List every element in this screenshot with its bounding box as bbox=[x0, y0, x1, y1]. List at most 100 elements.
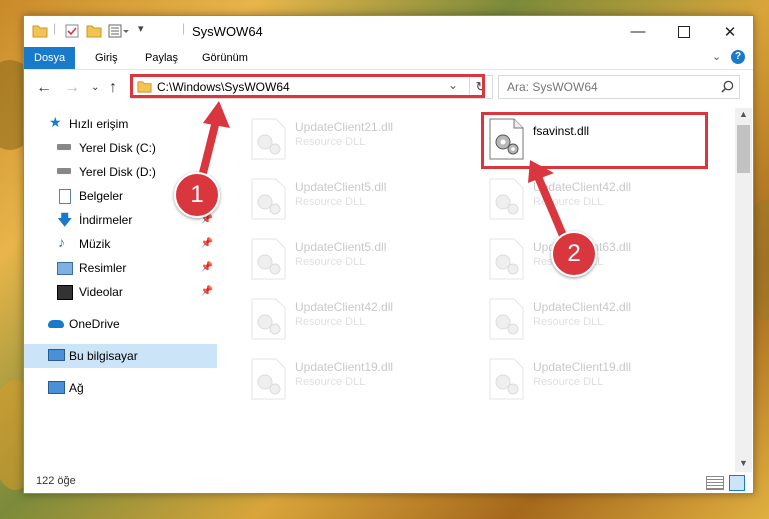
step-badge-1: 1 bbox=[174, 172, 220, 218]
sidebar-item-label: Hızlı erişim bbox=[69, 117, 129, 131]
tab-view[interactable]: Görünüm bbox=[192, 47, 258, 69]
sidebar-item-music[interactable]: ♪ Müzik 📌 bbox=[24, 232, 217, 256]
file-item[interactable]: UpdateClient5.dll Resource DLL bbox=[239, 234, 469, 284]
sidebar-item-label: Ağ bbox=[69, 381, 84, 395]
dll-file-icon bbox=[251, 238, 286, 280]
file-name: UpdateClient19.dll bbox=[533, 360, 632, 374]
film-icon bbox=[57, 285, 73, 300]
window-title: SysWOW64 bbox=[192, 24, 263, 39]
tab-share[interactable]: Paylaş bbox=[135, 47, 188, 69]
sidebar-item-pictures[interactable]: Resimler 📌 bbox=[24, 256, 217, 280]
file-name: UpdateClient42.dll bbox=[533, 300, 632, 314]
sidebar-item-label: Yerel Disk (D:) bbox=[79, 165, 156, 179]
dll-file-icon bbox=[489, 238, 524, 280]
dll-file-icon bbox=[251, 118, 286, 160]
ribbon: Dosya Giriş Paylaş Görünüm ⌄ ? bbox=[24, 47, 753, 70]
sidebar-item-label: Resimler bbox=[79, 261, 127, 275]
sidebar-item-label: İndirmeler bbox=[79, 213, 133, 227]
item-count: 122 öğe bbox=[36, 475, 76, 487]
vertical-scrollbar[interactable]: ▲ ▼ bbox=[735, 108, 752, 472]
minimize-icon: — bbox=[630, 23, 646, 40]
file-name: UpdateClient19.dll bbox=[295, 360, 394, 374]
dll-file-icon bbox=[489, 358, 524, 400]
sidebar-item-this-pc[interactable]: Bu bilgisayar bbox=[24, 344, 217, 368]
sidebar-item-label: Belgeler bbox=[79, 189, 124, 203]
search-input[interactable]: Ara: SysWOW64 bbox=[498, 75, 740, 99]
file-name: UpdateClient42.dll bbox=[295, 300, 394, 314]
sidebar-item-onedrive[interactable]: OneDrive bbox=[24, 312, 217, 336]
dll-file-icon bbox=[489, 178, 524, 220]
file-item[interactable]: UpdateClient42.dll Resource DLL bbox=[477, 294, 707, 344]
tab-home[interactable]: Giriş bbox=[85, 47, 128, 69]
cloud-icon bbox=[48, 320, 64, 328]
recent-locations-icon[interactable]: ⌄ bbox=[91, 82, 99, 93]
sidebar-item-drive-c[interactable]: Yerel Disk (C:) bbox=[24, 136, 217, 160]
file-name: UpdateClient5.dll bbox=[295, 240, 387, 254]
sidebar-item-label: Müzik bbox=[79, 237, 111, 251]
sidebar-item-label: OneDrive bbox=[69, 317, 120, 331]
back-arrow-icon[interactable]: ← bbox=[36, 79, 52, 97]
folder-icon bbox=[32, 25, 48, 38]
computer-icon bbox=[48, 349, 65, 361]
properties-icon[interactable] bbox=[64, 23, 80, 39]
file-type: Resource DLL bbox=[295, 196, 366, 208]
maximize-button[interactable] bbox=[661, 16, 707, 47]
file-item[interactable]: UpdateClient42.dll Resource DLL bbox=[239, 294, 469, 344]
file-type: Resource DLL bbox=[295, 376, 366, 388]
step-badge-2: 2 bbox=[551, 231, 597, 277]
scroll-down-icon[interactable]: ▼ bbox=[739, 458, 748, 468]
dll-file-icon bbox=[489, 298, 524, 340]
up-arrow-icon[interactable]: ↑ bbox=[109, 79, 117, 97]
scroll-up-icon[interactable]: ▲ bbox=[739, 109, 748, 119]
dll-file-icon bbox=[251, 298, 286, 340]
file-item[interactable]: UpdateClient21.dll Resource DLL bbox=[239, 114, 469, 164]
explorer-window: | ▾ | SysWOW64 — ✕ Dosya Giriş Paylaş Gö… bbox=[23, 15, 754, 494]
navigation-pane: ★ Hızlı erişim Yerel Disk (C:) Yerel Dis… bbox=[24, 108, 219, 472]
pin-icon[interactable]: 📌 bbox=[201, 286, 213, 297]
star-icon: ★ bbox=[49, 114, 62, 130]
file-type: Resource DLL bbox=[295, 256, 366, 268]
new-folder-icon[interactable] bbox=[86, 23, 102, 39]
file-item[interactable]: UpdateClient42.dll Resource DLL bbox=[477, 174, 707, 224]
forward-arrow-icon[interactable]: → bbox=[64, 79, 80, 97]
search-icon bbox=[721, 80, 734, 93]
search-placeholder: Ara: SysWOW64 bbox=[507, 80, 598, 94]
sidebar-item-label: Bu bilgisayar bbox=[69, 349, 138, 363]
sidebar-item-quick-access[interactable]: ★ Hızlı erişim bbox=[24, 112, 217, 136]
file-type: Resource DLL bbox=[295, 136, 366, 148]
picture-icon bbox=[57, 262, 73, 275]
document-icon bbox=[59, 189, 71, 204]
large-icons-view-icon[interactable] bbox=[729, 475, 745, 491]
file-item[interactable]: UpdateClient5.dll Resource DLL bbox=[239, 174, 469, 224]
help-icon[interactable]: ? bbox=[731, 50, 745, 64]
file-type: Resource DLL bbox=[533, 196, 604, 208]
title-bar: | ▾ | SysWOW64 — ✕ bbox=[24, 16, 753, 47]
pin-icon[interactable]: 📌 bbox=[201, 238, 213, 249]
tab-file[interactable]: Dosya bbox=[24, 47, 75, 69]
network-icon bbox=[48, 381, 65, 394]
drive-icon bbox=[57, 168, 71, 174]
close-button[interactable]: ✕ bbox=[707, 16, 753, 47]
sidebar-item-network[interactable]: Ağ bbox=[24, 376, 217, 400]
qat-dropdown-icon[interactable]: ▾ bbox=[138, 22, 144, 35]
file-item[interactable]: UpdateClient19.dll Resource DLL bbox=[239, 354, 469, 404]
dll-file-icon bbox=[251, 178, 286, 220]
details-view-icon[interactable] bbox=[706, 476, 724, 490]
customize-qat-icon[interactable] bbox=[108, 23, 130, 39]
file-name: UpdateClient42.dll bbox=[533, 180, 632, 194]
file-item[interactable]: UpdateClient19.dll Resource DLL bbox=[477, 354, 707, 404]
expand-ribbon-icon[interactable]: ⌄ bbox=[712, 50, 721, 63]
file-name: UpdateClient21.dll bbox=[295, 120, 394, 134]
sidebar-item-label: Videolar bbox=[79, 285, 123, 299]
file-highlight bbox=[481, 112, 708, 169]
download-arrow-icon: 🡇 bbox=[57, 212, 73, 229]
address-highlight-end bbox=[466, 74, 485, 98]
drive-icon bbox=[57, 144, 71, 150]
sidebar-item-label: Yerel Disk (C:) bbox=[79, 141, 156, 155]
scroll-thumb[interactable] bbox=[737, 125, 750, 173]
pin-icon[interactable]: 📌 bbox=[201, 262, 213, 273]
sidebar-item-videos[interactable]: Videolar 📌 bbox=[24, 280, 217, 304]
minimize-button[interactable]: — bbox=[615, 16, 661, 47]
file-type: Resource DLL bbox=[295, 316, 366, 328]
music-note-icon: ♪ bbox=[58, 234, 65, 250]
